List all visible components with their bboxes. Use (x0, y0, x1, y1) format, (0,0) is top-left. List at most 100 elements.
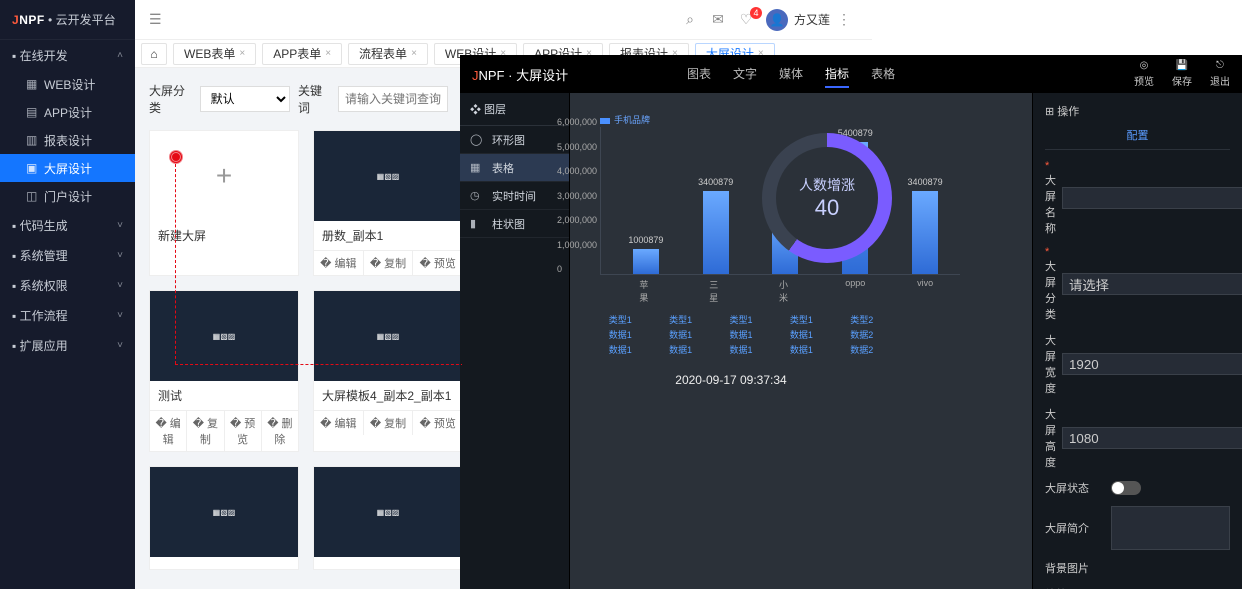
card-title (150, 557, 298, 569)
more-icon[interactable]: ⋮ (830, 11, 858, 28)
data-col: 类型1数据1数据1 (609, 313, 632, 356)
screen-card[interactable]: ▦▧▨ (149, 466, 299, 570)
sidebar-item[interactable]: ▤APP设计 (0, 98, 135, 126)
prop-label: 大屏状态 (1045, 480, 1105, 496)
card-op[interactable]: � 编辑 (314, 411, 364, 435)
nav-item[interactable]: 媒体 (779, 61, 803, 88)
data-col: 类型1数据1数据1 (669, 313, 692, 356)
designer: JNPF · JNPF · 大屏设计大屏设计 图表文字媒体指标表格 ◎预览💾保存… (460, 55, 1242, 589)
filter-category[interactable]: 默认 (200, 86, 290, 112)
y-tick: 0 (557, 264, 562, 274)
sidebar-group[interactable]: ▪ 代码生成˅ (0, 210, 135, 240)
prop-input[interactable] (1062, 427, 1242, 449)
screen-card[interactable]: ▦▧▨大屏模板4_副本2_副本1� 编辑� 复制� 预览 (313, 290, 462, 452)
clock[interactable]: 2020-09-17 09:37:34 (570, 373, 892, 387)
bell-icon[interactable]: ♡4 (732, 11, 760, 28)
props-panel: ⊞ 操作 配置 大屏名称大屏分类大屏宽度大屏高度大屏状态大屏简介背景图片缩放 (1032, 93, 1242, 589)
sidebar-item[interactable]: ▣大屏设计 (0, 154, 135, 182)
list-area: 大屏分类 默认 关键词 ▶ +新建大屏▦▧▨册数_副本1� 编辑� 复制� 预览… (135, 68, 462, 589)
brand-suffix: • 云开发平台 (48, 11, 116, 28)
username: 方又莲 (794, 11, 830, 28)
card-op[interactable]: � 预览 (413, 411, 462, 435)
prop-input[interactable] (1062, 273, 1242, 295)
sidebar-item[interactable]: ▥报表设计 (0, 126, 135, 154)
nav-item[interactable]: 图表 (687, 61, 711, 88)
prop-input[interactable] (1062, 187, 1242, 209)
layer-panel: ❖ 图层 ◯环形图▦表格◷实时时间▮柱状图 (460, 93, 570, 589)
sidebar-item[interactable]: ◫门户设计 (0, 182, 135, 210)
action-退出[interactable]: ⎋退出 (1210, 60, 1230, 88)
prop-label: 大屏高度 (1045, 406, 1056, 470)
card-op[interactable]: � 复制 (364, 411, 414, 435)
y-tick: 3,000,000 (557, 191, 597, 201)
notif-badge: 4 (750, 7, 762, 19)
action-预览[interactable]: ◎预览 (1134, 60, 1154, 88)
card-title: 册数_副本1 (314, 221, 462, 250)
brand: JNPF • 云开发平台 (0, 0, 135, 40)
tab[interactable]: 流程表单 × (348, 43, 428, 65)
ring-title: 人数增涨 (799, 175, 855, 195)
sidebar-group[interactable]: ▪ 工作流程˅ (0, 300, 135, 330)
sidebar-group[interactable]: ▪ 扩展应用˅ (0, 330, 135, 360)
layer-item[interactable]: ▮柱状图 (460, 210, 569, 238)
prop-textarea[interactable] (1111, 506, 1230, 550)
prop-row: 大屏状态 (1045, 480, 1230, 496)
tab[interactable]: WEB表单 × (173, 43, 256, 65)
close-icon[interactable]: × (239, 44, 245, 64)
bar: 1000879苹果 (633, 249, 659, 274)
card-op[interactable]: � 复制 (187, 411, 224, 451)
card-op[interactable]: � 编辑 (314, 251, 364, 275)
layer-item[interactable]: ◷实时时间 (460, 182, 569, 210)
filter-keyword[interactable] (338, 86, 448, 112)
nav-item[interactable]: 表格 (871, 61, 895, 88)
layer-item[interactable]: ▦表格 (460, 154, 569, 182)
screen-card[interactable]: ▦▧▨测试� 编辑� 复制� 预览� 删除 (149, 290, 299, 452)
search-icon[interactable]: ⌕ (676, 11, 704, 28)
close-icon[interactable]: × (411, 44, 417, 64)
tab-home[interactable]: ⌂ (141, 43, 167, 65)
prop-label: 背景图片 (1045, 560, 1105, 576)
prop-label: 大屏名称 (1045, 160, 1056, 236)
props-tab[interactable]: 配置 (1045, 127, 1230, 150)
sidebar-group[interactable]: ▪ 在线开发˄ (0, 40, 135, 70)
card-op[interactable]: � 复制 (364, 251, 414, 275)
card-op[interactable]: � 预览 (413, 251, 462, 275)
prop-row: 大屏高度 (1045, 406, 1230, 470)
prop-label: 大屏宽度 (1045, 332, 1056, 396)
card-title: 新建大屏 (150, 221, 298, 250)
action-保存[interactable]: 💾保存 (1172, 60, 1192, 88)
prop-switch[interactable] (1111, 481, 1141, 495)
chart-legend: 手机品牌 (600, 113, 650, 126)
sidebar-group[interactable]: ▪ 系统权限˅ (0, 270, 135, 300)
card-op[interactable]: � 预览 (225, 411, 262, 451)
filter-row: 大屏分类 默认 关键词 (149, 82, 448, 116)
data-col: 类型1数据1数据1 (790, 313, 813, 356)
canvas[interactable]: 手机品牌 01,000,0002,000,0003,000,0004,000,0… (570, 93, 1032, 589)
card-title: 大屏模板4_副本2_副本1 (314, 381, 462, 410)
y-tick: 2,000,000 (557, 215, 597, 225)
topbar: ☰ ⌕ ✉ ♡4 👤 方又莲 ⋮ (135, 0, 872, 40)
nav-item[interactable]: 文字 (733, 61, 757, 88)
sidebar-group[interactable]: ▪ 系统管理˅ (0, 240, 135, 270)
sidebar-item[interactable]: ▦WEB设计 (0, 70, 135, 98)
data-table[interactable]: 类型1数据1数据1类型1数据1数据1类型1数据1数据1类型1数据1数据1类型2数… (590, 313, 892, 356)
screen-card[interactable]: ▦▧▨册数_副本1� 编辑� 复制� 预览 (313, 130, 462, 276)
close-icon[interactable]: × (325, 44, 331, 64)
tab[interactable]: APP表单 × (262, 43, 342, 65)
chat-icon[interactable]: ✉ (704, 11, 732, 28)
collapse-icon[interactable]: ☰ (149, 11, 162, 28)
layer-item[interactable]: ◯环形图 (460, 126, 569, 154)
nav-item[interactable]: 指标 (825, 61, 849, 88)
filter-label-kw: 关键词 (298, 82, 330, 116)
y-tick: 4,000,000 (557, 166, 597, 176)
sidebar: JNPF • 云开发平台 ▪ 在线开发˄▦WEB设计▤APP设计▥报表设计▣大屏… (0, 0, 135, 589)
card-op[interactable]: � 编辑 (150, 411, 187, 451)
avatar[interactable]: 👤 (766, 9, 788, 31)
ring-chart[interactable]: 人数增涨 40 (762, 133, 892, 263)
screen-card[interactable]: ▦▧▨ (313, 466, 462, 570)
prop-input[interactable] (1062, 353, 1242, 375)
designer-nav: 图表文字媒体指标表格 (687, 61, 895, 88)
card-op[interactable]: � 删除 (262, 411, 298, 451)
prop-row: 背景图片 (1045, 560, 1230, 576)
data-col: 类型2数据2数据2 (850, 313, 873, 356)
